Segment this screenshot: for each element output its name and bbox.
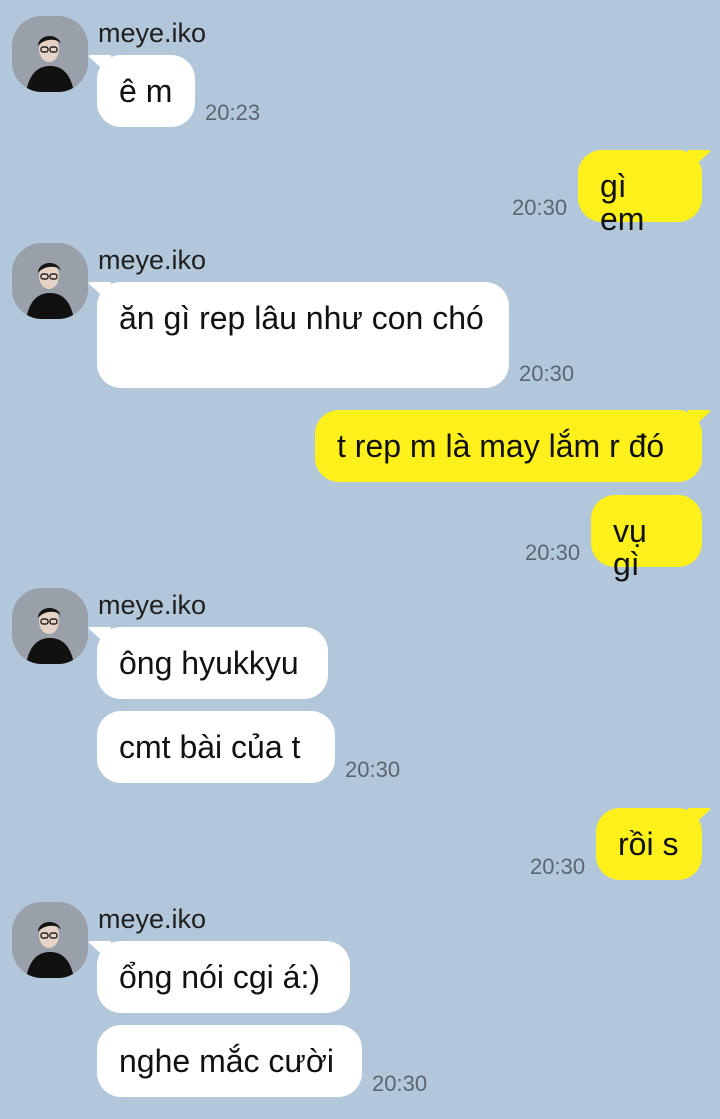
message-bubble[interactable]: rồi s: [596, 808, 702, 880]
message-time: 20:30: [372, 1071, 428, 1096]
message-bubble[interactable]: gì em: [578, 150, 702, 236]
avatar[interactable]: [12, 243, 88, 319]
message-bubble[interactable]: cmt bài của t: [97, 711, 335, 783]
avatar-icon: [12, 243, 88, 319]
message-bubble[interactable]: t rep m là may lắm r đó: [315, 410, 702, 482]
message-text: vụ gì: [613, 513, 647, 582]
message-text: ông hyukkyu: [119, 645, 299, 681]
message-time: 20:30: [512, 195, 568, 220]
chat-thread[interactable]: meye.iko ê m 20:23 20:30 gì em meye.iko …: [0, 0, 720, 1119]
message-text: nghe mắc cười: [119, 1043, 334, 1079]
sender-name: meye.iko: [98, 245, 207, 275]
message-text: ê m: [119, 73, 173, 109]
message-bubble[interactable]: nghe mắc cười: [97, 1025, 362, 1097]
message-text: t rep m là may lắm r đó: [337, 428, 665, 464]
avatar-icon: [12, 902, 88, 978]
message-bubble[interactable]: ông hyukkyu: [97, 627, 328, 699]
message-bubble[interactable]: ê m: [97, 55, 195, 127]
message-bubble[interactable]: vụ gì: [591, 495, 702, 581]
message-time: 20:30: [519, 361, 575, 386]
message-time: 20:30: [530, 854, 586, 879]
avatar[interactable]: [12, 902, 88, 978]
sender-name: meye.iko: [98, 590, 207, 620]
message-time: 20:30: [525, 540, 581, 565]
message-bubble[interactable]: ăn gì rep lâu như con chó: [97, 282, 509, 388]
sender-name: meye.iko: [98, 904, 207, 934]
avatar-icon: [12, 588, 88, 664]
sender-name: meye.iko: [98, 18, 207, 48]
message-text: cmt bài của t: [119, 729, 301, 765]
message-text: gì em: [600, 168, 645, 237]
avatar[interactable]: [12, 588, 88, 664]
message-text: ổng nói cgi á:): [119, 959, 321, 995]
message-text: ăn gì rep lâu như con chó: [119, 300, 484, 336]
message-text: rồi s: [618, 826, 679, 862]
message-time: 20:30: [345, 757, 401, 782]
avatar-icon: [12, 16, 88, 92]
message-time: 20:23: [205, 100, 261, 125]
message-bubble[interactable]: ổng nói cgi á:): [97, 941, 350, 1013]
avatar[interactable]: [12, 16, 88, 92]
